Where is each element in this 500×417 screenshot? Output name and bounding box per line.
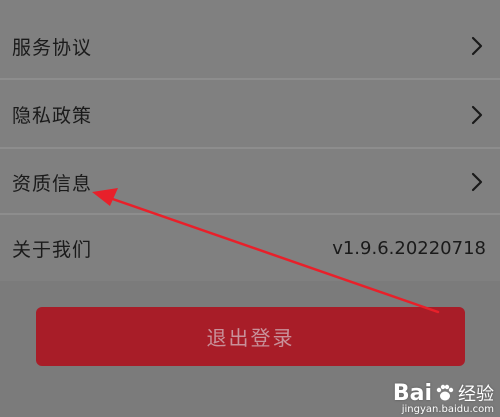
menu-item-label: 隐私政策: [12, 105, 93, 127]
watermark: Bai 经验 jingyan.baidu.com: [392, 380, 494, 416]
menu-item-qualification-info[interactable]: 资质信息: [0, 149, 500, 215]
settings-menu-list: 服务协议 隐私政策 资质信息 关于我们 v1.9.6.20220718: [0, 0, 500, 281]
menu-item-about-us[interactable]: 关于我们 v1.9.6.20220718: [0, 215, 500, 281]
settings-page: 服务协议 隐私政策 资质信息 关于我们 v1.9.6.20220718 退出登录…: [0, 0, 500, 417]
watermark-logo: Bai: [392, 380, 432, 406]
menu-item-label: 服务协议: [12, 36, 93, 59]
app-version: v1.9.6.20220718: [332, 237, 486, 259]
paw-icon: [436, 384, 454, 401]
chevron-right-icon: [468, 105, 486, 125]
logout-label: 退出登录: [206, 326, 295, 350]
menu-item-service-agreement[interactable]: 服务协议: [0, 0, 500, 80]
watermark-brand: 经验: [458, 384, 494, 405]
menu-item-label: 关于我们: [12, 238, 93, 261]
logout-button[interactable]: 退出登录: [36, 307, 465, 366]
chevron-right-icon: [468, 172, 486, 192]
menu-item-privacy-policy[interactable]: 隐私政策: [0, 80, 500, 149]
menu-item-label: 资质信息: [12, 172, 93, 195]
chevron-right-icon: [468, 36, 486, 56]
watermark-url: jingyan.baidu.com: [401, 404, 494, 415]
